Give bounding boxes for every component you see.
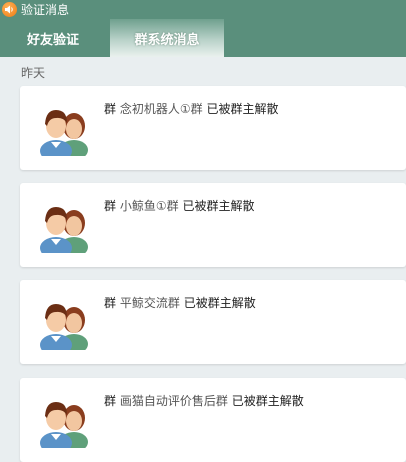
message-card[interactable]: 群 平鲸交流群 已被群主解散: [20, 280, 406, 364]
section-date-label: 昨天: [21, 66, 46, 80]
group-avatar-icon: [36, 390, 92, 454]
message-prefix: 群: [104, 296, 117, 310]
group-name: 画猫自动评价售后群: [119, 394, 228, 408]
title-bar: 验证消息: [0, 0, 406, 19]
message-prefix: 群: [104, 394, 117, 408]
message-text: 群 念初机器人①群 已被群主解散: [104, 100, 278, 117]
message-text: 群 画猫自动评价售后群 已被群主解散: [104, 392, 304, 409]
group-name: 小鲸鱼①群: [119, 199, 179, 213]
speaker-icon: [2, 2, 17, 17]
message-prefix: 群: [104, 102, 117, 116]
message-status: 已被群主解散: [231, 394, 304, 408]
group-avatar-icon: [36, 195, 92, 259]
window-title: 验证消息: [21, 3, 70, 17]
message-prefix: 群: [104, 199, 117, 213]
message-card[interactable]: 群 画猫自动评价售后群 已被群主解散: [20, 378, 406, 462]
message-card[interactable]: 群 念初机器人①群 已被群主解散: [20, 86, 406, 170]
tab-group-system-messages[interactable]: 群系统消息: [110, 19, 224, 57]
message-status: 已被群主解散: [206, 102, 279, 116]
tab-bar: 好友验证 群系统消息: [0, 19, 406, 57]
message-card[interactable]: 群 小鲸鱼①群 已被群主解散: [20, 183, 406, 267]
message-status: 已被群主解散: [182, 199, 255, 213]
message-text: 群 平鲸交流群 已被群主解散: [104, 294, 256, 311]
group-avatar-icon: [36, 292, 92, 356]
tab-friend-verification[interactable]: 好友验证: [0, 19, 106, 57]
group-name: 平鲸交流群: [119, 296, 180, 310]
group-name: 念初机器人①群: [119, 102, 203, 116]
message-status: 已被群主解散: [183, 296, 256, 310]
group-avatar-icon: [36, 98, 92, 162]
message-text: 群 小鲸鱼①群 已被群主解散: [104, 197, 254, 214]
